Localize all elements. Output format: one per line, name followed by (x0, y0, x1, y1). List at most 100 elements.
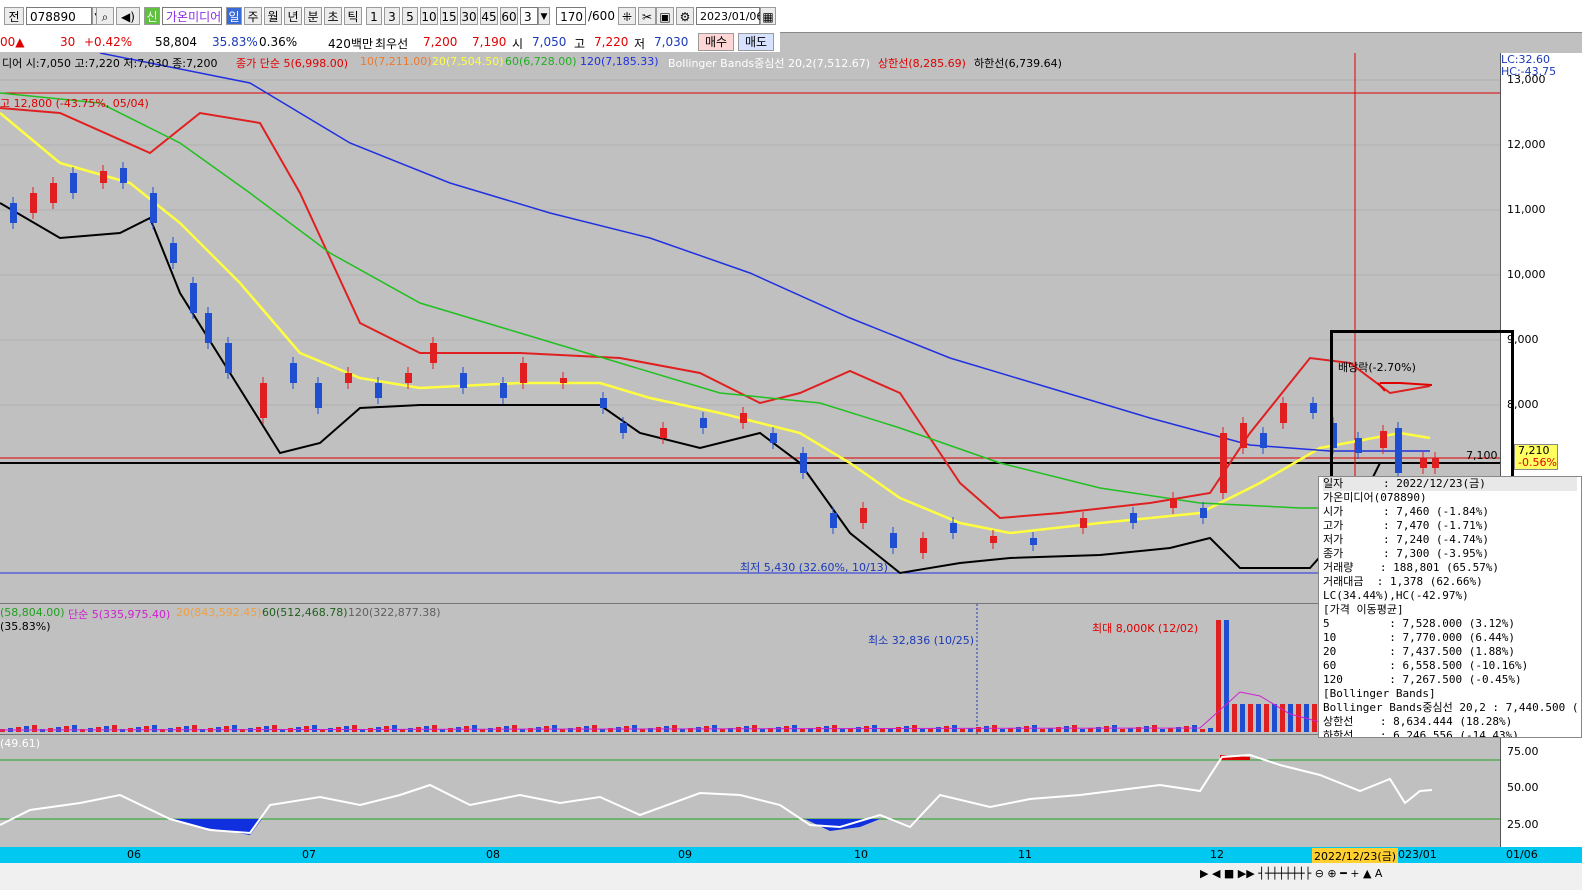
rsi-tick: 75.00 (1507, 745, 1539, 758)
candle-body (225, 343, 232, 373)
y-tick: 13,000 (1507, 73, 1546, 86)
candle-body (950, 523, 957, 533)
tooltip-line: 20 : 7,437.500 (1.88%) (1323, 645, 1516, 658)
date-input[interactable]: 2023/01/06 (696, 7, 763, 25)
calendar-icon[interactable]: ▦ (760, 7, 776, 25)
current-price-pct: -0.56% (1518, 456, 1557, 469)
tooltip-line: [가격 이동평균] (1323, 603, 1404, 616)
period-week[interactable]: 주 (244, 7, 262, 25)
scroll-bar[interactable]: ▶ ◀ ■ ▶▶ ┤┼┼┼┼┼┼├ ⊖ ⊕ ━ + ▲ A (0, 863, 1582, 890)
period-second[interactable]: 초 (324, 7, 342, 25)
change-pct: +0.42% (84, 35, 133, 49)
tooltip-line: 5 : 7,528.000 (3.12%) (1323, 617, 1516, 630)
period-minute[interactable]: 분 (304, 7, 322, 25)
tooltip-line: 저가 : 7,240 (-4.74%) (1323, 533, 1489, 546)
data-tooltip: 일자 : 2022/12/23(금) 가온미디어(078890) 시가 : 7,46… (1318, 476, 1582, 738)
volume-bar (720, 729, 725, 732)
candle-body (520, 363, 527, 383)
price-chart-panel[interactable]: 디어 시:7,050 고:7,220 저:7,030 종:7,200 종가 단순… (0, 53, 1500, 604)
rsi-chart-panel[interactable]: (49.61) (0, 735, 1500, 847)
volume-bar (1184, 726, 1189, 732)
grid-icon[interactable]: ⁜ (618, 7, 636, 25)
high-label: 고 (574, 37, 586, 51)
minute-5[interactable]: 5 (402, 7, 418, 25)
candle-body (345, 373, 352, 383)
volume-bar (432, 725, 437, 732)
candle-body (260, 383, 267, 418)
jeon-button[interactable]: 전 (4, 7, 24, 25)
candle-body (405, 373, 412, 383)
open-label: 시 (512, 37, 524, 51)
period-tick[interactable]: 틱 (344, 7, 362, 25)
minute-3[interactable]: 3 (384, 7, 400, 25)
volume-bar (920, 729, 925, 732)
rsi-tick: 50.00 (1507, 781, 1539, 794)
volume-bar (1040, 729, 1045, 732)
volume-ma5-legend: 단순 5(335,975.40) (68, 608, 171, 621)
open-value: 7,050 (532, 35, 567, 49)
count-input[interactable]: 170 (556, 7, 586, 25)
period-year[interactable]: 년 (284, 7, 302, 25)
volume-bar (592, 725, 597, 732)
volume-bar (184, 726, 189, 732)
rsi-chart-svg (0, 753, 1500, 835)
candle-body (890, 533, 897, 548)
volume-bar (512, 725, 517, 732)
search-icon[interactable]: ⌕ (96, 7, 114, 25)
price-chart-svg (0, 53, 1500, 603)
volume-bar (1216, 620, 1221, 732)
bb-up-legend: 상한선(8,285.69) (878, 57, 966, 70)
volume-bar (448, 728, 453, 732)
minute-60[interactable]: 60 (500, 7, 518, 25)
candle-body (120, 168, 127, 183)
candle-body (290, 363, 297, 383)
toolbar: 전 078890 ▼ ⌕ ◀) 신 가온미디어 일 주 월 년 분 초 틱 1 … (0, 0, 1582, 33)
x-tick: 12 (1210, 848, 1224, 861)
volume-ma60-legend: 60(512,468.78) (262, 606, 348, 619)
tooltip-line: 거래대금 : 1,378 (62.66%) (1323, 575, 1483, 588)
stock-code-input[interactable]: 078890 (26, 7, 92, 25)
buy-button[interactable]: 매수 (698, 33, 734, 51)
candle-body (920, 538, 927, 553)
date-axis[interactable]: 06 07 08 09 10 11 12 2022/12/23(금) 023/0… (0, 847, 1582, 864)
minute-1[interactable]: 1 (366, 7, 382, 25)
volume-ma120-legend: 120(322,877.38) (348, 606, 441, 619)
candle-body (990, 536, 997, 543)
candle-body (700, 418, 707, 428)
volume-bar (616, 727, 621, 732)
volume-ma20-legend: 20(843,592.45) (176, 606, 262, 619)
volume-bar (656, 727, 661, 732)
candle-body (205, 313, 212, 343)
ohlc-legend: 디어 시:7,050 고:7,220 저:7,030 종:7,200 (2, 57, 218, 70)
volume-bar (976, 727, 981, 732)
gear-icon[interactable]: ⚙ (676, 7, 694, 25)
ma120-line (99, 53, 1430, 452)
save-icon[interactable]: ▣ (656, 7, 674, 25)
sell-button[interactable]: 매도 (738, 33, 774, 51)
minute-15[interactable]: 15 (440, 7, 458, 25)
unit-input[interactable]: 3 (520, 7, 538, 25)
speaker-icon[interactable]: ◀) (116, 7, 140, 25)
scissors-icon[interactable]: ✂ (638, 7, 656, 25)
price-up-value: 00▲ (0, 35, 25, 49)
volume-chart-panel[interactable]: (58,804.00) 단순 5(335,975.40) 20(843,592.… (0, 604, 1500, 735)
minute-45[interactable]: 45 (480, 7, 498, 25)
volume-bar (264, 726, 269, 732)
minute-30[interactable]: 30 (460, 7, 478, 25)
candle-body (150, 193, 157, 223)
ma20-line (0, 112, 1431, 535)
volume-bar (1024, 726, 1029, 732)
volume-bar (64, 726, 69, 732)
volume-value: 58,804 (155, 35, 197, 49)
period-day[interactable]: 일 (226, 7, 242, 25)
volume-chart-svg (0, 604, 1321, 734)
unit-dropdown-icon[interactable]: ▼ (538, 7, 550, 25)
period-month[interactable]: 월 (264, 7, 282, 25)
scroll-controls-icon[interactable]: ▶ ◀ ■ ▶▶ ┤┼┼┼┼┼┼├ ⊖ ⊕ ━ + ▲ A (1200, 867, 1382, 880)
high-value: 7,220 (594, 35, 629, 49)
current-price-tag: 7,210 -0.56% (1514, 444, 1558, 470)
tooltip-line: 하한선 : 6,246.556 (-14.43%) (1323, 729, 1519, 738)
volume-bar (392, 725, 397, 732)
minute-10[interactable]: 10 (420, 7, 438, 25)
turnover-pct: 0.36% (259, 35, 298, 49)
